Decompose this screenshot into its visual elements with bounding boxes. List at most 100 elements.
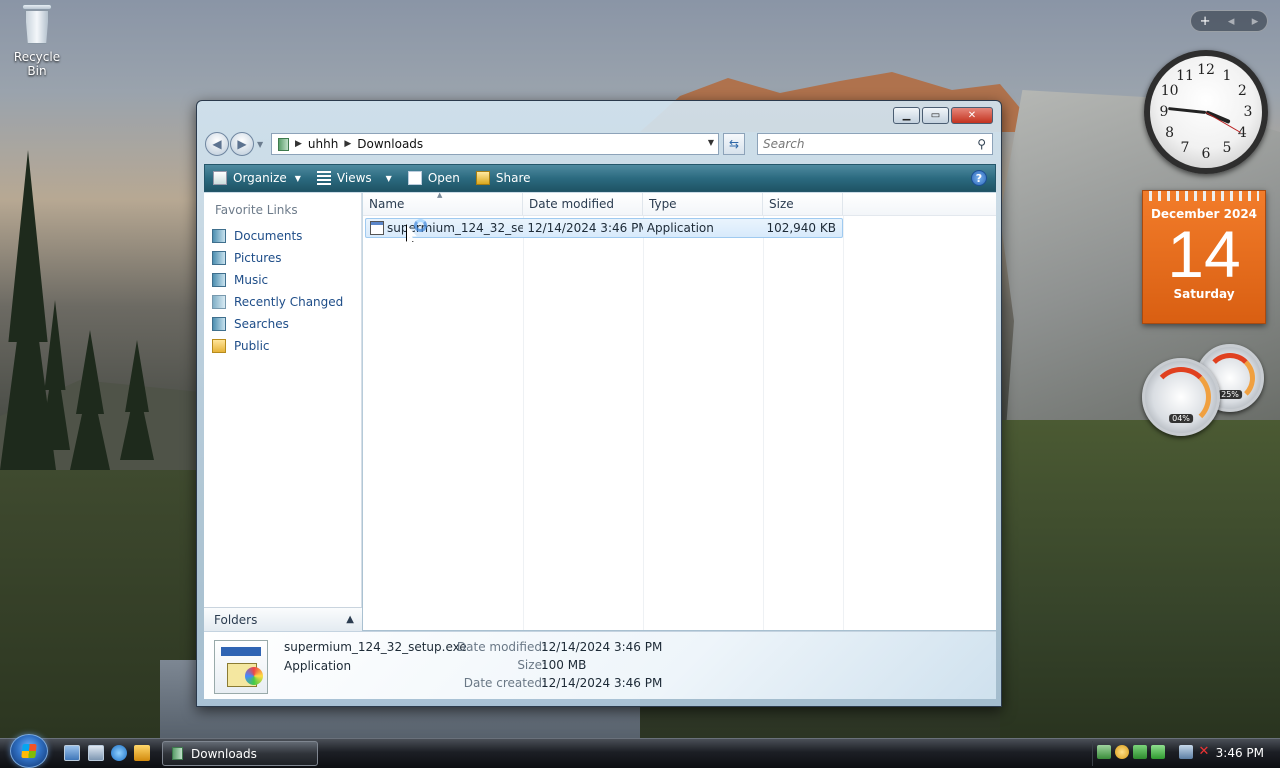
column-header-size[interactable]: Size xyxy=(763,193,843,215)
help-icon: ? xyxy=(975,171,983,185)
folders-label: Folders xyxy=(214,612,258,627)
help-button[interactable]: ? xyxy=(971,170,987,186)
recycle-bin-label: Recycle Bin xyxy=(13,50,61,78)
taskbar-button-downloads[interactable]: Downloads xyxy=(162,741,318,766)
gadget-next-button[interactable]: ▸ xyxy=(1252,14,1259,29)
pictures-icon xyxy=(212,251,226,265)
command-bar: Organize ▼ Views ▼ Open Share ? xyxy=(204,164,996,192)
breadcrumb-chevron-icon[interactable]: ▶ xyxy=(295,139,302,149)
navigation-pane: Favorite Links Documents Pictures Music … xyxy=(204,193,362,630)
column-gridlines xyxy=(363,216,996,630)
organize-icon xyxy=(213,171,227,185)
breadcrumb-chevron-icon[interactable]: ▶ xyxy=(344,139,351,149)
clock-number-4: 4 xyxy=(1237,125,1247,141)
sidebar-gadget-toolbar: + ◂ ▸ xyxy=(1190,10,1268,32)
breadcrumb-uhhh[interactable]: uhhh xyxy=(308,137,338,151)
table-row[interactable]: supermium_124_32_set... 12/14/2024 3:46 … xyxy=(365,218,843,238)
clock-number-12: 12 xyxy=(1197,62,1215,78)
minimize-button[interactable]: ▁ xyxy=(893,107,920,124)
recycle-bin[interactable]: Recycle Bin xyxy=(4,2,70,78)
organize-button[interactable]: Organize ▼ xyxy=(205,165,309,191)
show-desktop-icon[interactable] xyxy=(64,745,80,761)
details-date-modified: 12/14/2024 3:46 PM xyxy=(541,640,663,654)
internet-explorer-icon[interactable] xyxy=(111,745,127,761)
address-dropdown-icon[interactable]: ▼ xyxy=(708,138,714,147)
folder-icon xyxy=(278,137,289,151)
search-input[interactable]: Search ⚲ xyxy=(757,133,993,155)
network-connection-icon[interactable] xyxy=(1179,745,1193,759)
memory-percent: 25% xyxy=(1218,390,1242,399)
searches-icon xyxy=(212,317,226,331)
details-file-type: Application xyxy=(284,659,352,673)
system-tray: ✕ 3:46 PM xyxy=(1092,741,1280,766)
update-icon[interactable] xyxy=(1133,745,1147,759)
start-button[interactable] xyxy=(10,734,48,768)
back-arrow-icon: ◀ xyxy=(212,137,222,151)
share-button[interactable]: Share xyxy=(468,165,539,191)
setup-application-icon xyxy=(214,640,268,694)
network-status-icon[interactable] xyxy=(1097,745,1111,759)
sync-icon[interactable] xyxy=(1151,745,1165,759)
media-player-icon[interactable] xyxy=(134,745,150,761)
sidebar-item-public[interactable]: Public xyxy=(204,335,361,357)
clock-number-1: 1 xyxy=(1222,67,1232,84)
security-shield-icon[interactable] xyxy=(1115,745,1129,759)
taskbar-clock[interactable]: 3:46 PM xyxy=(1216,746,1264,760)
switch-windows-icon[interactable] xyxy=(88,745,104,761)
folders-toggle[interactable]: Folders ▲ xyxy=(204,607,362,631)
address-bar[interactable]: ▶ uhhh ▶ Downloads ▼ xyxy=(271,133,719,155)
maximize-button[interactable]: ▭ xyxy=(922,107,949,124)
views-button[interactable]: Views ▼ xyxy=(309,165,400,191)
cpu-percent: 04% xyxy=(1169,414,1193,423)
back-button[interactable]: ◀ xyxy=(205,132,229,156)
column-header-date-modified[interactable]: Date modified xyxy=(523,193,643,215)
caption-buttons: ▁ ▭ ✕ xyxy=(893,107,993,124)
sidebar-item-searches[interactable]: Searches xyxy=(204,313,361,335)
clock-number-3: 3 xyxy=(1243,104,1253,120)
calendar-gadget[interactable]: December 2024 14 Saturday xyxy=(1142,190,1266,324)
clock-hour-hand xyxy=(1205,110,1231,125)
chevron-down-icon: ▼ xyxy=(294,173,301,183)
music-icon xyxy=(212,273,226,287)
search-icon[interactable]: ⚲ xyxy=(977,137,986,151)
sidebar-item-recently-changed[interactable]: Recently Changed xyxy=(204,291,361,313)
details-size-label: Size: xyxy=(517,658,546,672)
volume-muted-icon[interactable]: ✕ xyxy=(1197,745,1211,759)
details-date-created-label: Date created: xyxy=(463,676,546,690)
details-date-created: 12/14/2024 3:46 PM xyxy=(541,676,663,690)
share-icon xyxy=(475,171,490,185)
clock-number-8: 8 xyxy=(1165,125,1175,141)
recycle-bin-icon xyxy=(20,2,54,46)
chevron-down-icon: ▼ xyxy=(385,173,392,183)
sidebar-item-music[interactable]: Music xyxy=(204,269,361,291)
gadget-prev-button[interactable]: ◂ xyxy=(1228,14,1235,29)
column-header-name[interactable]: ▲ Name xyxy=(363,191,523,215)
clock-second-hand xyxy=(1205,111,1241,133)
clock-number-5: 5 xyxy=(1222,140,1232,157)
clock-number-11: 11 xyxy=(1176,67,1194,84)
clock-gadget[interactable]: 12 1 2 3 4 5 6 7 8 9 10 11 xyxy=(1144,50,1268,174)
sidebar-item-pictures[interactable]: Pictures xyxy=(204,247,361,269)
file-list[interactable]: ▲ Name Date modified Type Size supermium… xyxy=(363,191,996,630)
recent-pages-dropdown[interactable]: ▼ xyxy=(257,140,267,149)
forward-arrow-icon: ▶ xyxy=(237,137,247,151)
favorite-links-title: Favorite Links xyxy=(215,203,298,217)
busy-spinner-icon xyxy=(414,219,427,232)
sort-ascending-icon: ▲ xyxy=(437,191,443,199)
documents-icon xyxy=(212,229,226,243)
close-button[interactable]: ✕ xyxy=(951,107,993,124)
clock-number-10: 10 xyxy=(1160,83,1179,99)
forward-button[interactable]: ▶ xyxy=(230,132,254,156)
breadcrumb-downloads[interactable]: Downloads xyxy=(357,137,423,151)
cpu-meter[interactable]: 04% xyxy=(1142,358,1220,436)
sidebar-item-documents[interactable]: Documents xyxy=(204,225,361,247)
folder-icon xyxy=(172,747,183,760)
column-header-type[interactable]: Type xyxy=(643,193,763,215)
maximize-icon: ▭ xyxy=(930,110,941,121)
open-button[interactable]: Open xyxy=(400,165,468,191)
application-icon xyxy=(370,221,384,235)
refresh-button[interactable]: ⇆ xyxy=(723,133,745,155)
add-gadget-button[interactable]: + xyxy=(1200,14,1211,29)
explorer-window[interactable]: ▁ ▭ ✕ ◀ ▶ ▼ ▶ uhhh ▶ Downloads ▼ ⇆ Searc… xyxy=(196,100,1002,707)
search-placeholder: Search xyxy=(763,137,805,151)
